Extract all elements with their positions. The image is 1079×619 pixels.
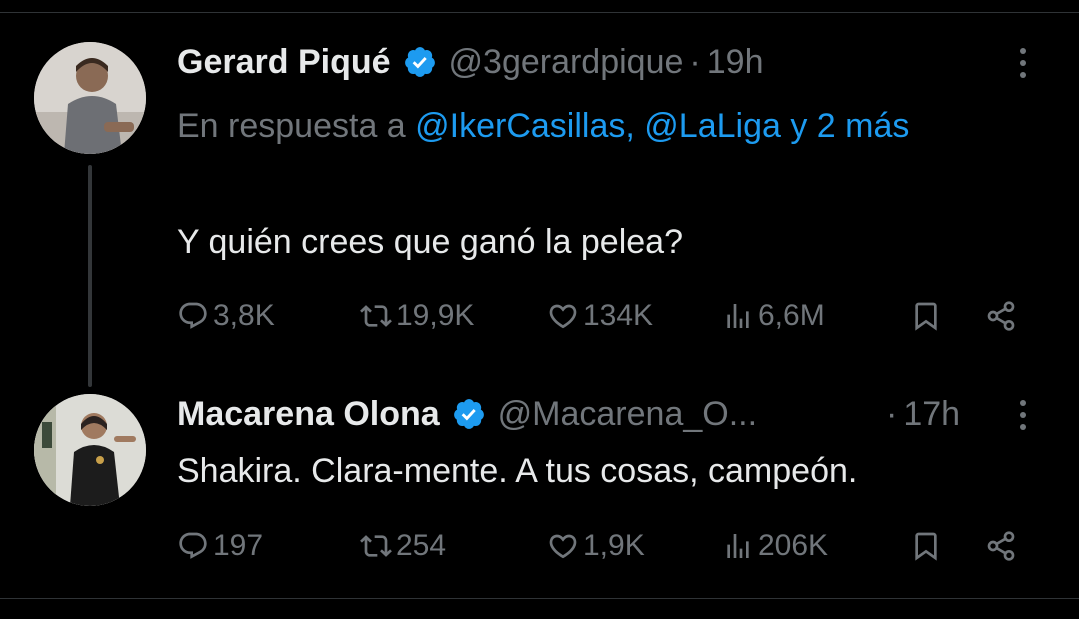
author-handle[interactable]: @Macarena_O... bbox=[498, 395, 757, 434]
views-button[interactable]: 206K bbox=[722, 526, 828, 566]
verified-badge-icon[interactable] bbox=[403, 45, 437, 79]
views-count: 206K bbox=[758, 529, 829, 562]
avatar-photo bbox=[34, 42, 146, 154]
reply-more-link[interactable]: y 2 más bbox=[790, 107, 909, 145]
author-handle[interactable]: @3gerardpique bbox=[449, 43, 684, 82]
retweet-count: 19,9K bbox=[396, 299, 475, 332]
retweet-icon bbox=[360, 535, 392, 557]
more-icon[interactable] bbox=[1018, 400, 1028, 430]
reply-context: En respuesta a @IkerCasillas, @LaLiga y … bbox=[177, 98, 997, 154]
like-icon bbox=[549, 534, 577, 559]
reply-icon bbox=[179, 302, 207, 329]
avatar-macarena[interactable] bbox=[34, 394, 146, 506]
more-icon[interactable] bbox=[1018, 48, 1028, 78]
views-icon bbox=[727, 534, 749, 558]
tweet-actions: 197 254 1,9K 206K bbox=[177, 526, 1037, 566]
bookmark-button[interactable] bbox=[910, 296, 942, 336]
like-icon bbox=[549, 304, 577, 329]
bookmark-icon bbox=[915, 532, 937, 561]
avatar-photo bbox=[34, 394, 146, 506]
separator-dot: · bbox=[689, 42, 701, 81]
tweet-actions: 3,8K 19,9K 134K 6,6M bbox=[177, 296, 1037, 336]
views-button[interactable]: 6,6M bbox=[722, 296, 825, 336]
like-button[interactable]: 134K bbox=[547, 296, 653, 336]
author-name[interactable]: Gerard Piqué bbox=[177, 43, 391, 82]
reply-prefix: En respuesta a bbox=[177, 107, 406, 145]
tweet-header: Gerard Piqué @3gerardpique · 19h bbox=[177, 42, 763, 82]
reply-count: 3,8K bbox=[213, 299, 275, 332]
reply-count: 197 bbox=[213, 529, 264, 562]
tweet-text: Y quién crees que ganó la pelea? bbox=[177, 223, 683, 261]
reply-mentions[interactable]: @IkerCasillas, @LaLiga bbox=[415, 107, 781, 145]
tweet-header: Macarena Olona @Macarena_O... bbox=[177, 394, 757, 434]
timestamp[interactable]: 19h bbox=[707, 43, 764, 82]
reply-button[interactable]: 3,8K bbox=[177, 296, 275, 336]
retweet-icon bbox=[360, 305, 392, 327]
retweet-button[interactable]: 19,9K bbox=[360, 296, 474, 336]
retweet-count: 254 bbox=[396, 529, 447, 562]
tweet-time: · 17h bbox=[880, 394, 960, 434]
views-count: 6,6M bbox=[758, 299, 825, 332]
share-button[interactable] bbox=[985, 526, 1017, 566]
reply-button[interactable]: 197 bbox=[177, 526, 263, 566]
bottom-divider bbox=[0, 598, 1079, 599]
bookmark-icon bbox=[915, 302, 937, 331]
share-button[interactable] bbox=[985, 296, 1017, 336]
bookmark-button[interactable] bbox=[910, 526, 942, 566]
share-icon bbox=[987, 531, 1015, 561]
timestamp[interactable]: 17h bbox=[903, 395, 960, 434]
separator-dot: · bbox=[886, 394, 898, 433]
thread-connector bbox=[88, 165, 92, 387]
views-icon bbox=[727, 304, 749, 328]
like-count: 134K bbox=[583, 299, 654, 332]
author-name[interactable]: Macarena Olona bbox=[177, 395, 440, 434]
share-icon bbox=[987, 301, 1015, 331]
tweet-text: Shakira. Clara-mente. A tus cosas, campe… bbox=[177, 452, 858, 490]
verified-badge-icon[interactable] bbox=[452, 397, 486, 431]
retweet-button[interactable]: 254 bbox=[360, 526, 446, 566]
like-count: 1,9K bbox=[583, 529, 645, 562]
like-button[interactable]: 1,9K bbox=[547, 526, 645, 566]
reply-icon bbox=[179, 532, 207, 559]
top-divider bbox=[0, 12, 1079, 13]
avatar-gerard[interactable] bbox=[34, 42, 146, 154]
